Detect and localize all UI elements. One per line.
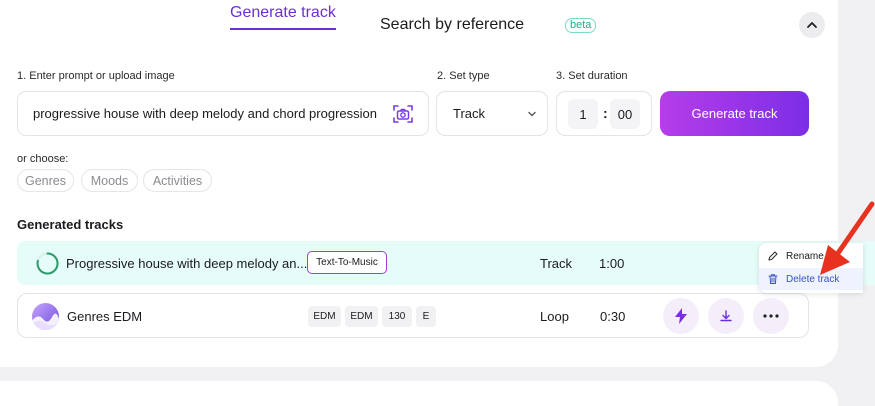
more-dots-icon bbox=[763, 314, 779, 318]
download-icon bbox=[720, 310, 732, 322]
track-title: Progressive house with deep melody an... bbox=[66, 256, 308, 271]
step3-label: 3. Set duration bbox=[556, 70, 628, 82]
tag: E bbox=[416, 306, 436, 327]
tab-search-by-reference[interactable]: Search by reference bbox=[380, 12, 524, 38]
prompt-input[interactable]: progressive house with deep melody and c… bbox=[17, 91, 429, 136]
spinner-icon bbox=[36, 252, 59, 275]
track-duration: 1:00 bbox=[599, 256, 625, 271]
more-button[interactable] bbox=[753, 298, 789, 334]
prompt-value: progressive house with deep melody and c… bbox=[33, 106, 377, 121]
generated-tracks-title: Generated tracks bbox=[17, 217, 124, 232]
next-panel bbox=[0, 381, 838, 406]
beta-badge: beta bbox=[565, 18, 597, 33]
step2-label: 2. Set type bbox=[437, 70, 490, 82]
generate-track-button[interactable]: Generate track bbox=[660, 91, 809, 136]
text-to-music-badge: Text-To-Music bbox=[307, 251, 387, 274]
chip-genres[interactable]: Genres bbox=[17, 169, 74, 192]
track-duration: 0:30 bbox=[600, 309, 626, 324]
camera-icon[interactable] bbox=[392, 103, 414, 125]
download-button[interactable] bbox=[708, 298, 744, 334]
duration-input: 1 : 00 bbox=[556, 91, 652, 136]
pencil-icon bbox=[768, 251, 778, 261]
red-arrow-icon bbox=[820, 201, 875, 275]
tab-generate-track[interactable]: Generate track bbox=[230, 0, 336, 30]
track-title: Genres EDM bbox=[67, 309, 143, 324]
tag: EDM bbox=[345, 306, 378, 327]
table-row[interactable]: Genres EDM EDM EDM 130 E Loop 0:30 bbox=[17, 293, 809, 338]
chevron-down-icon bbox=[528, 111, 536, 117]
type-value: Track bbox=[453, 106, 486, 121]
duration-seconds[interactable]: 00 bbox=[610, 99, 640, 129]
lightning-icon bbox=[675, 308, 687, 324]
trash-icon bbox=[768, 274, 778, 284]
chip-activities[interactable]: Activities bbox=[143, 169, 212, 192]
duration-minutes[interactable]: 1 bbox=[568, 99, 598, 129]
or-choose-label: or choose: bbox=[17, 153, 69, 165]
chip-moods[interactable]: Moods bbox=[81, 169, 138, 192]
boost-button[interactable] bbox=[663, 298, 699, 334]
track-type: Loop bbox=[540, 309, 569, 324]
track-avatar bbox=[32, 303, 59, 330]
step1-label: 1. Enter prompt or upload image bbox=[17, 70, 175, 82]
type-select[interactable]: Track bbox=[436, 91, 548, 136]
duration-separator: : bbox=[603, 105, 608, 121]
wave-icon bbox=[32, 313, 59, 330]
chevron-up-icon bbox=[807, 22, 817, 28]
tag: 130 bbox=[382, 306, 412, 327]
collapse-button[interactable] bbox=[799, 12, 825, 38]
table-row[interactable]: Progressive house with deep melody an...… bbox=[17, 241, 875, 285]
tag: EDM bbox=[308, 306, 341, 327]
track-type: Track bbox=[540, 256, 573, 271]
